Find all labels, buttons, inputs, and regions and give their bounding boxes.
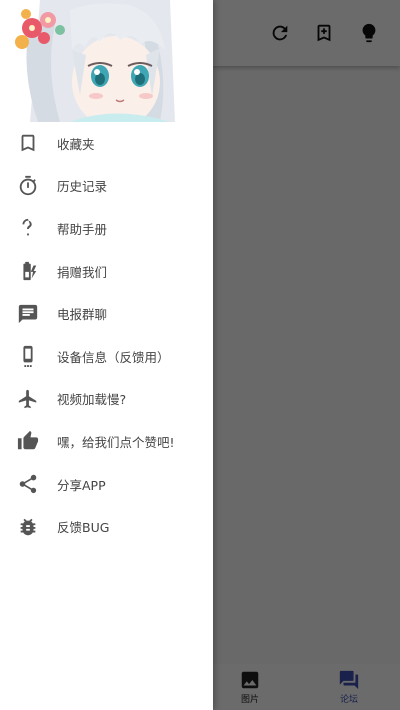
menu-item-donate[interactable]: 捐赠我们 [0, 250, 213, 293]
menu-item-share[interactable]: 分享APP [0, 463, 213, 506]
help-icon [17, 217, 39, 239]
timer-icon [17, 175, 39, 197]
menu-item-telegram[interactable]: 电报群聊 [0, 292, 213, 335]
message-icon [17, 303, 39, 325]
menu-label: 电报群聊 [57, 307, 108, 323]
battery-charging-icon [17, 260, 39, 282]
navigation-drawer: 收藏夹 历史记录 帮助手册 捐赠我们 电报群聊 设备信息（反馈用） 视频加载慢? [0, 0, 213, 710]
menu-item-history[interactable]: 历史记录 [0, 165, 213, 208]
bookmark-icon [17, 132, 39, 154]
menu-label: 收藏夹 [57, 136, 95, 152]
menu-label: 捐赠我们 [57, 264, 108, 280]
menu-label: 视频加载慢? [57, 392, 127, 408]
menu-label: 嘿，给我们点个赞吧! [57, 434, 175, 450]
share-icon [17, 473, 39, 495]
menu-item-help[interactable]: 帮助手册 [0, 207, 213, 250]
menu-label: 分享APP [57, 477, 106, 493]
drawer-menu: 收藏夹 历史记录 帮助手册 捐赠我们 电报群聊 设备信息（反馈用） 视频加载慢? [0, 122, 213, 548]
menu-label: 设备信息（反馈用） [57, 349, 170, 365]
phone-icon [17, 345, 39, 368]
drawer-header-image [0, 0, 213, 122]
airplane-icon [17, 388, 39, 410]
menu-item-favorites[interactable]: 收藏夹 [0, 122, 213, 165]
menu-label: 反馈BUG [57, 520, 110, 536]
menu-item-device-info[interactable]: 设备信息（反馈用） [0, 335, 213, 378]
menu-item-report-bug[interactable]: 反馈BUG [0, 505, 213, 548]
menu-item-like[interactable]: 嘿，给我们点个赞吧! [0, 420, 213, 463]
bug-icon [17, 516, 39, 538]
menu-label: 帮助手册 [57, 221, 108, 237]
menu-label: 历史记录 [57, 179, 108, 195]
menu-item-slow-video[interactable]: 视频加载慢? [0, 378, 213, 421]
thumb-up-icon [17, 430, 39, 452]
anime-girl-illustration [15, 0, 175, 122]
